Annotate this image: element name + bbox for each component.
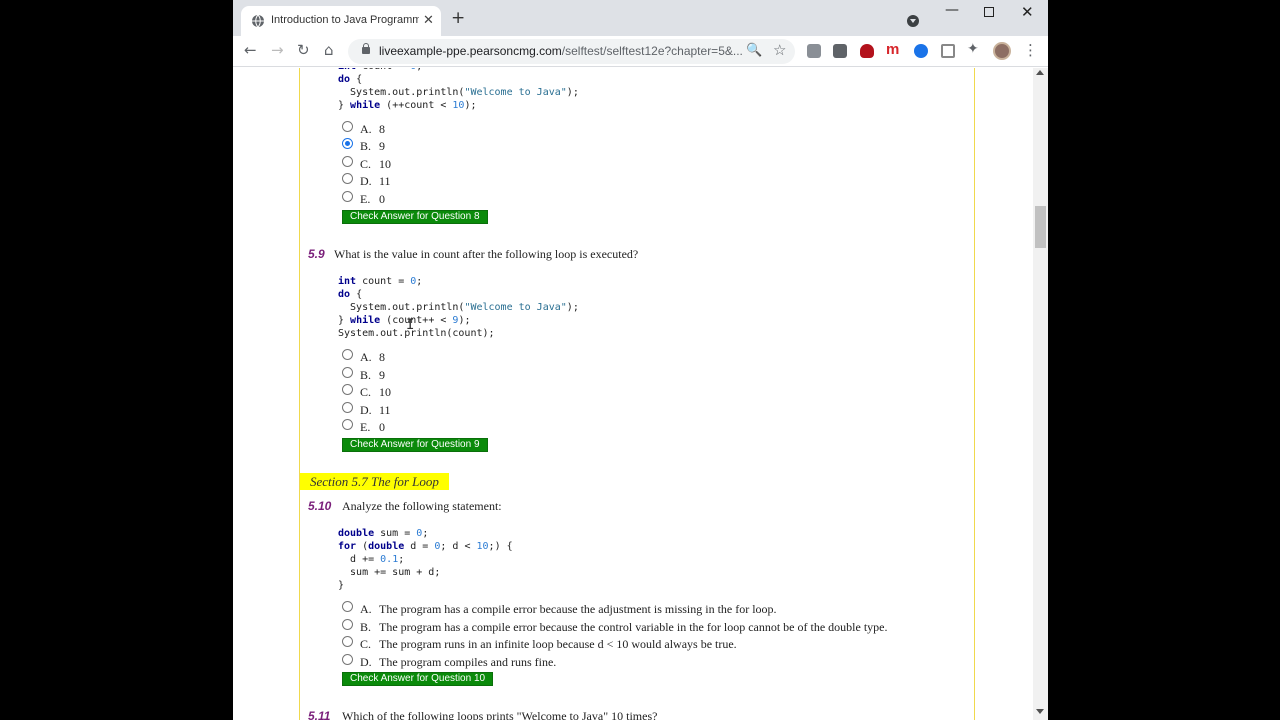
q11-number: 5.11 (308, 709, 331, 720)
q9-radio-d[interactable] (342, 402, 353, 413)
close-window-button[interactable]: ✕ (1021, 3, 1034, 21)
scroll-down-arrow-icon[interactable] (1036, 709, 1044, 714)
q10-radio-d[interactable] (342, 654, 353, 665)
q8-radio-d[interactable] (342, 173, 353, 184)
q9-prompt: What is the value in count after the fol… (334, 247, 639, 261)
q10-prompt: Analyze the following statement: (342, 499, 502, 513)
page-content: int count = 0; do { System.out.println("… (233, 68, 1033, 720)
home-button[interactable]: ⌂ (324, 41, 334, 59)
extension-cube-icon[interactable] (807, 44, 821, 58)
address-bar[interactable]: liveexample-ppe.pearsoncmg.com/selftest/… (348, 39, 795, 64)
browser-window: Introduction to Java Programming ✕ + — ✕… (233, 0, 1048, 720)
q9-radio-a[interactable] (342, 349, 353, 360)
menu-kebab-icon[interactable]: ⋮ (1023, 41, 1038, 59)
url-path: /selftest/selftest12e?chapter=5&... (561, 44, 743, 58)
bookmark-star-icon[interactable]: ☆ (773, 41, 786, 59)
extension-screen-icon[interactable] (941, 44, 955, 58)
q9-number: 5.9 (308, 247, 325, 261)
forward-button[interactable]: → (271, 41, 284, 59)
back-button[interactable]: ← (244, 41, 257, 59)
q8-code: int count = 0; do { System.out.println("… (338, 68, 579, 111)
tab-title: Introduction to Java Programming (271, 14, 419, 26)
q9-radio-c[interactable] (342, 384, 353, 395)
q9-radio-e[interactable] (342, 419, 353, 430)
url-text[interactable]: liveexample-ppe.pearsoncmg.com/selftest/… (379, 44, 743, 58)
q9-radio-b[interactable] (342, 367, 353, 378)
scrollbar-thumb[interactable] (1035, 206, 1046, 248)
check-answer-q9-button[interactable]: Check Answer for Question 9 (342, 438, 488, 452)
q10-number: 5.10 (308, 499, 332, 513)
ublock-shield-icon[interactable] (860, 44, 874, 58)
extension-c-icon[interactable] (914, 44, 928, 58)
section-heading: Section 5.7 The for Loop (300, 473, 449, 490)
maximize-button[interactable] (984, 7, 994, 17)
q8-radio-b[interactable] (342, 138, 353, 149)
q11-prompt: Which of the following loops prints "Wel… (342, 709, 658, 720)
reload-button[interactable]: ↻ (297, 41, 310, 59)
extensions-puzzle-icon[interactable]: ✦ (967, 41, 979, 57)
browser-tab[interactable]: Introduction to Java Programming ✕ (241, 6, 441, 36)
extension-m-icon[interactable]: m (886, 41, 899, 58)
new-tab-button[interactable]: + (451, 10, 465, 27)
tab-close-icon[interactable]: ✕ (423, 13, 434, 28)
q8-radio-a[interactable] (342, 121, 353, 132)
globe-icon (252, 14, 264, 28)
zoom-icon[interactable]: 🔍 (746, 43, 762, 58)
q8-radio-c[interactable] (342, 156, 353, 167)
lock-icon[interactable] (362, 43, 370, 54)
extension-media-icon[interactable] (833, 44, 847, 58)
check-answer-q8-button[interactable]: Check Answer for Question 8 (342, 210, 488, 224)
tab-strip: Introduction to Java Programming ✕ + — ✕ (233, 0, 1048, 36)
minimize-button[interactable]: — (945, 2, 959, 18)
check-answer-q10-button[interactable]: Check Answer for Question 10 (342, 672, 494, 686)
q10-radio-a[interactable] (342, 601, 353, 612)
q9-code: int count = 0; do { System.out.println("… (338, 276, 579, 339)
q10-radio-b[interactable] (342, 619, 353, 630)
text-cursor-icon: I (406, 317, 415, 333)
tab-search-icon[interactable] (907, 15, 919, 27)
scroll-up-arrow-icon[interactable] (1036, 70, 1044, 75)
q8-radio-e[interactable] (342, 191, 353, 202)
browser-toolbar: ← → ↻ ⌂ liveexample-ppe.pearsoncmg.com/s… (233, 36, 1048, 67)
profile-avatar[interactable] (993, 42, 1011, 60)
vertical-scrollbar[interactable] (1033, 68, 1048, 720)
url-host: liveexample-ppe.pearsoncmg.com (379, 44, 562, 58)
q10-code: double sum = 0; for (double d = 0; d < 1… (338, 528, 513, 591)
q10-radio-c[interactable] (342, 636, 353, 647)
